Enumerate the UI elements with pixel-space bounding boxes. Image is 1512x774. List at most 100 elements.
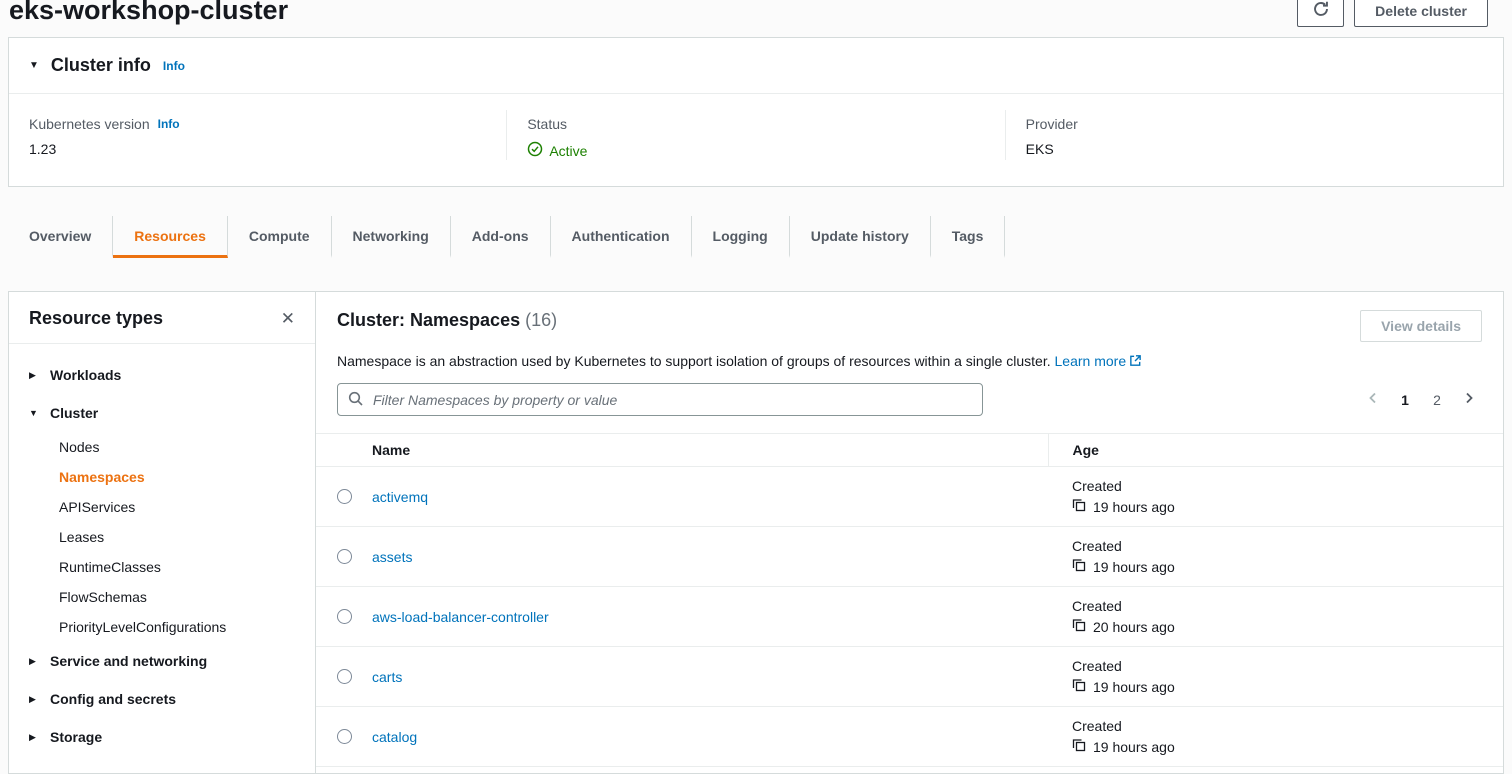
- filter-box: [337, 383, 983, 416]
- caret-right-icon: ▶: [29, 371, 39, 380]
- pagination: 1 2: [1360, 387, 1482, 413]
- copy-icon: [1072, 738, 1086, 755]
- age-column-header: Age: [1048, 434, 1503, 467]
- kubernetes-version-label: Kubernetes version Info: [29, 116, 486, 132]
- copy-icon: [1072, 618, 1086, 635]
- tab-resources[interactable]: Resources: [113, 216, 228, 258]
- created-label: Created: [1072, 658, 1503, 674]
- namespace-link[interactable]: aws-load-balancer-controller: [372, 609, 549, 625]
- tab-tags[interactable]: Tags: [931, 216, 1006, 258]
- resource-types-header: Resource types ✕: [9, 292, 315, 344]
- copy-icon: [1072, 498, 1086, 515]
- cluster-info-card: ▼ Cluster info Info Kubernetes version I…: [8, 37, 1504, 187]
- tree-group-cluster[interactable]: ▼ Cluster: [9, 394, 315, 432]
- kubernetes-version-value: 1.23: [29, 141, 486, 157]
- copy-icon: [1072, 558, 1086, 575]
- row-radio[interactable]: [337, 729, 352, 744]
- previous-page-button[interactable]: [1360, 387, 1386, 413]
- resources-content: Resource types ✕ ▶ Workloads ▼ Cluster N…: [8, 291, 1504, 774]
- delete-cluster-button[interactable]: Delete cluster: [1354, 0, 1488, 27]
- tab-update-history[interactable]: Update history: [790, 216, 931, 258]
- chevron-left-icon: [1365, 390, 1381, 409]
- namespace-link[interactable]: carts: [372, 669, 402, 685]
- cluster-info-header[interactable]: ▼ Cluster info Info: [9, 38, 1503, 93]
- page-1-button[interactable]: 1: [1392, 387, 1418, 413]
- namespaces-description: Namespace is an abstraction used by Kube…: [316, 353, 1503, 370]
- row-radio[interactable]: [337, 549, 352, 564]
- row-radio[interactable]: [337, 669, 352, 684]
- namespaces-panel: Cluster: Namespaces (16) View details Na…: [316, 292, 1503, 773]
- external-link-icon: [1129, 354, 1142, 370]
- tab-compute[interactable]: Compute: [228, 216, 332, 258]
- check-circle-icon: [527, 141, 543, 160]
- tree-item-flowschemas[interactable]: FlowSchemas: [9, 582, 315, 612]
- view-details-button[interactable]: View details: [1360, 310, 1482, 342]
- namespaces-table: Name Age activemq Created 19 hours ago: [316, 433, 1503, 767]
- table-row: assets Created 19 hours ago: [316, 527, 1503, 587]
- page-header: eks-workshop-cluster Delete cluster: [0, 0, 1512, 33]
- cluster-info-body: Kubernetes version Info 1.23 Status Acti…: [9, 93, 1503, 186]
- next-page-button[interactable]: [1456, 387, 1482, 413]
- age-value: 19 hours ago: [1072, 738, 1503, 755]
- cluster-tabs: Overview Resources Compute Networking Ad…: [8, 216, 1504, 258]
- status-label: Status: [527, 116, 984, 132]
- table-controls: 1 2: [316, 383, 1503, 416]
- namespaces-title: Cluster: Namespaces (16): [337, 310, 557, 331]
- filter-input[interactable]: [337, 383, 983, 416]
- table-row: aws-load-balancer-controller Created 20 …: [316, 587, 1503, 647]
- resource-tree: ▶ Workloads ▼ Cluster Nodes Namespaces A…: [9, 344, 315, 768]
- caret-down-icon[interactable]: ▼: [29, 61, 39, 71]
- namespace-link[interactable]: assets: [372, 549, 412, 565]
- tree-item-nodes[interactable]: Nodes: [9, 432, 315, 462]
- tree-group-config-and-secrets[interactable]: ▶ Config and secrets: [9, 680, 315, 718]
- namespace-link[interactable]: catalog: [372, 729, 417, 745]
- created-label: Created: [1072, 718, 1503, 734]
- chevron-right-icon: [1461, 390, 1477, 409]
- age-value: 19 hours ago: [1072, 678, 1503, 695]
- namespaces-count: (16): [525, 310, 557, 330]
- tab-authentication[interactable]: Authentication: [551, 216, 692, 258]
- tab-add-ons[interactable]: Add-ons: [451, 216, 551, 258]
- tree-group-service-and-networking[interactable]: ▶ Service and networking: [9, 642, 315, 680]
- tree-item-apiservices[interactable]: APIServices: [9, 492, 315, 522]
- created-label: Created: [1072, 538, 1503, 554]
- caret-right-icon: ▶: [29, 733, 39, 742]
- cluster-info-info-link[interactable]: Info: [163, 59, 185, 73]
- status-field: Status Active: [506, 110, 1004, 160]
- tree-item-leases[interactable]: Leases: [9, 522, 315, 552]
- table-row: catalog Created 19 hours ago: [316, 707, 1503, 767]
- resource-types-title: Resource types: [29, 308, 163, 329]
- status-text: Active: [549, 143, 587, 159]
- created-label: Created: [1072, 478, 1503, 494]
- tree-item-runtimeclasses[interactable]: RuntimeClasses: [9, 552, 315, 582]
- status-value: Active: [527, 141, 984, 160]
- caret-right-icon: ▶: [29, 657, 39, 666]
- row-radio[interactable]: [337, 609, 352, 624]
- age-value: 20 hours ago: [1072, 618, 1503, 635]
- tab-overview[interactable]: Overview: [8, 216, 113, 258]
- selection-column-header: [316, 434, 372, 467]
- tree-item-namespaces[interactable]: Namespaces: [9, 462, 315, 492]
- kubernetes-version-info-link[interactable]: Info: [158, 117, 180, 131]
- caret-down-icon: ▼: [29, 409, 39, 418]
- tab-networking[interactable]: Networking: [332, 216, 451, 258]
- tab-logging[interactable]: Logging: [692, 216, 790, 258]
- tree-group-workloads[interactable]: ▶ Workloads: [9, 356, 315, 394]
- row-radio[interactable]: [337, 489, 352, 504]
- refresh-button[interactable]: [1297, 0, 1344, 27]
- namespace-link[interactable]: activemq: [372, 489, 428, 505]
- close-icon[interactable]: ✕: [281, 310, 295, 327]
- table-row: activemq Created 19 hours ago: [316, 467, 1503, 527]
- table-row: carts Created 19 hours ago: [316, 647, 1503, 707]
- page-2-button[interactable]: 2: [1424, 387, 1450, 413]
- refresh-icon: [1312, 0, 1330, 21]
- age-value: 19 hours ago: [1072, 498, 1503, 515]
- namespaces-header: Cluster: Namespaces (16) View details: [316, 310, 1503, 342]
- created-label: Created: [1072, 598, 1503, 614]
- tree-group-storage[interactable]: ▶ Storage: [9, 718, 315, 756]
- eks-cluster-page: eks-workshop-cluster Delete cluster ▼ Cl…: [0, 0, 1512, 774]
- learn-more-link[interactable]: Learn more: [1055, 353, 1143, 369]
- provider-value: EKS: [1026, 141, 1483, 157]
- table-header-row: Name Age: [316, 434, 1503, 467]
- tree-item-prioritylevelconfigurations[interactable]: PriorityLevelConfigurations: [9, 612, 315, 642]
